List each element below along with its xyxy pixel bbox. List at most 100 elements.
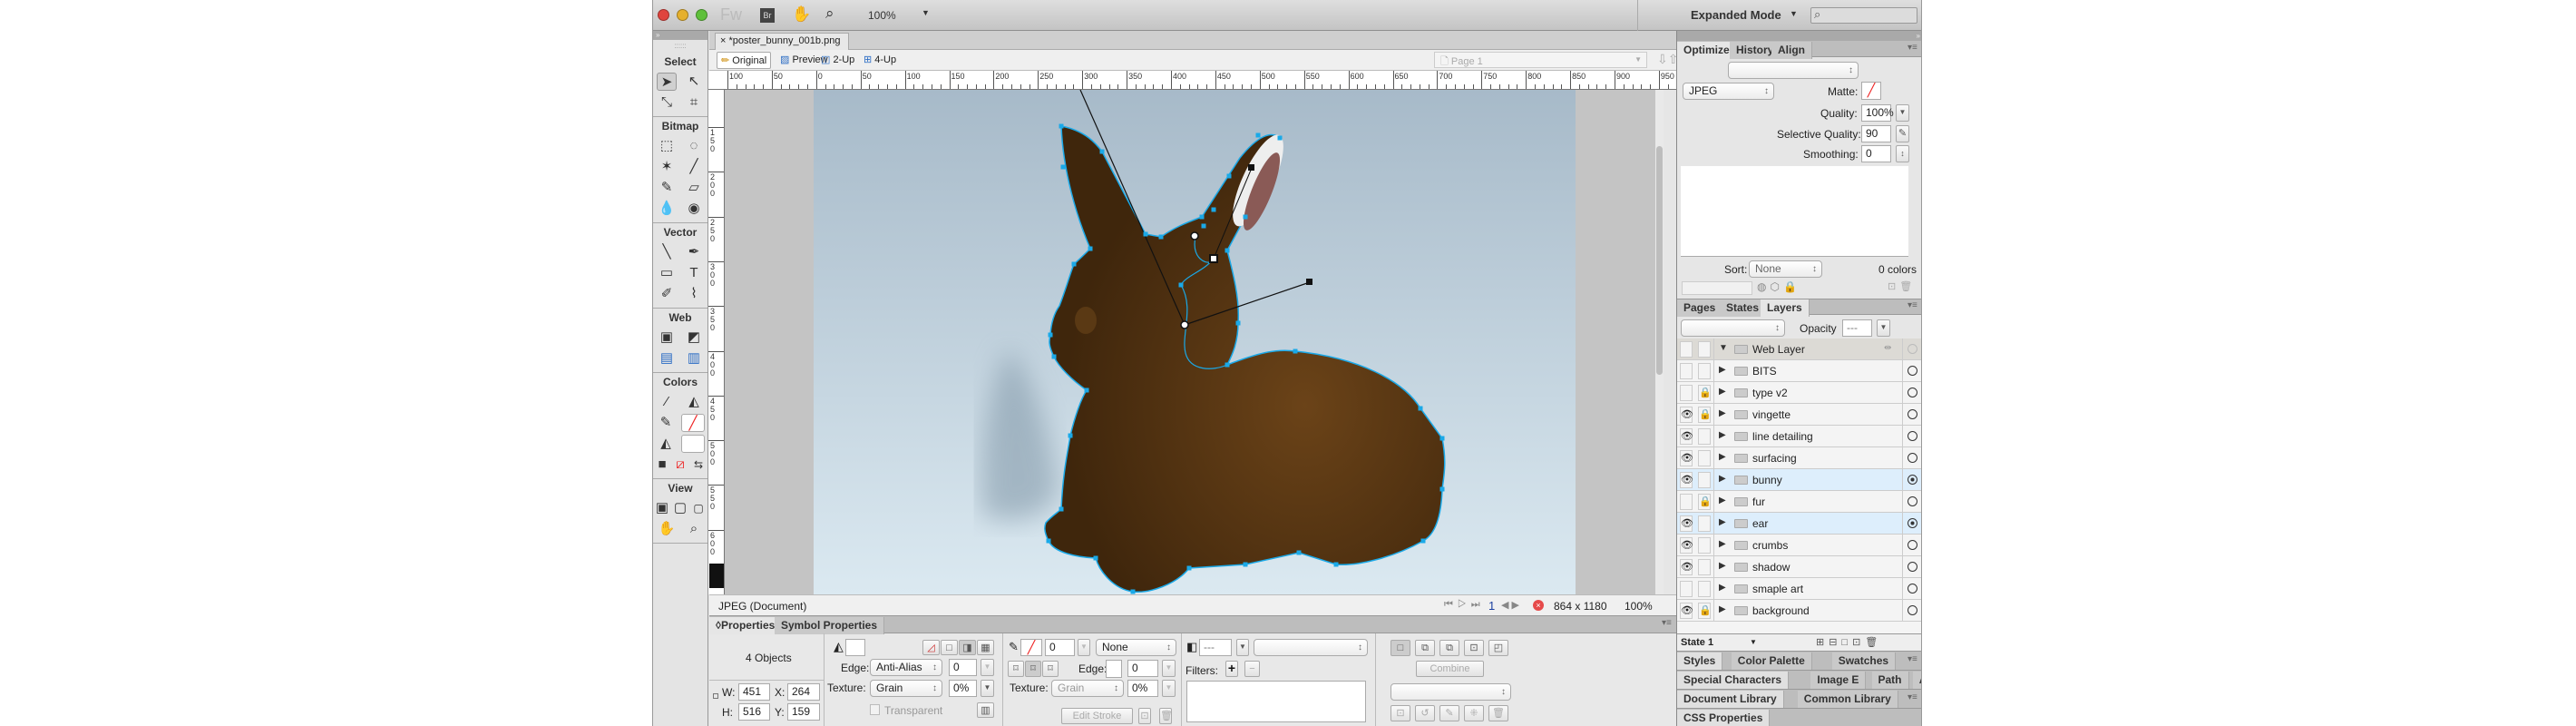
path-point[interactable] bbox=[1071, 261, 1077, 267]
hotspot-tool-icon[interactable]: ▣ bbox=[657, 329, 677, 347]
visibility-toggle[interactable] bbox=[1680, 581, 1693, 597]
combine-union-button[interactable]: ⧉ bbox=[1415, 640, 1435, 656]
visibility-toggle-eye-icon[interactable]: 👁 bbox=[1680, 428, 1693, 445]
lock-toggle[interactable] bbox=[1698, 341, 1711, 358]
selection-indicator-icon[interactable] bbox=[1908, 409, 1917, 419]
lasso-tool-icon[interactable]: ◌ bbox=[684, 137, 704, 155]
layer-row[interactable]: ▶ smaple art bbox=[1677, 578, 1921, 600]
layer-actions[interactable]: ⊞⊟□⊡🗑 bbox=[1816, 636, 1882, 648]
zoom-window-button[interactable] bbox=[696, 9, 707, 21]
transparent-checkbox[interactable] bbox=[870, 704, 880, 715]
collapsed-arrow-icon[interactable]: ▶ bbox=[1719, 561, 1726, 571]
selection-indicator-icon[interactable] bbox=[1908, 431, 1917, 441]
tab-color-palette[interactable]: Color Palette bbox=[1731, 652, 1812, 670]
layer-row[interactable]: 👁 ▶ crumbs bbox=[1677, 535, 1921, 556]
hide-slices-tool-icon[interactable]: ▤ bbox=[657, 349, 677, 368]
visibility-toggle[interactable] bbox=[1680, 341, 1693, 358]
tab-path[interactable]: Path bbox=[1871, 672, 1909, 689]
path-point[interactable] bbox=[1199, 214, 1205, 220]
add-filter-button[interactable]: + bbox=[1225, 661, 1238, 677]
path-point[interactable] bbox=[1333, 562, 1339, 567]
chevron-down-icon[interactable]: ▼ bbox=[1078, 639, 1090, 656]
tab-common-library[interactable]: Common Library bbox=[1797, 691, 1898, 708]
edit-selective-quality-icon[interactable]: ✎ bbox=[1896, 125, 1909, 142]
visibility-toggle-eye-icon[interactable]: 👁 bbox=[1680, 537, 1693, 554]
fill-solid-button[interactable]: □ bbox=[941, 640, 958, 655]
layer-name[interactable]: fur bbox=[1752, 495, 1765, 508]
constrain-proportions-icon[interactable] bbox=[713, 693, 718, 699]
lock-toggle[interactable] bbox=[1698, 581, 1711, 597]
stroke-swatch-tool-icon[interactable]: ╱ bbox=[681, 413, 705, 432]
fill-color-tool-icon[interactable]: ◭ bbox=[656, 435, 676, 453]
selection-indicator-icon[interactable] bbox=[1908, 518, 1917, 528]
page-dropdown[interactable]: 🗋 Page 1 ▼ bbox=[1434, 52, 1647, 68]
lock-toggle-lock-icon[interactable]: 🔒 bbox=[1698, 407, 1712, 423]
state-select[interactable]: State 1 bbox=[1681, 637, 1713, 648]
bezier-handle[interactable] bbox=[1248, 164, 1254, 171]
y-field[interactable]: 159 bbox=[787, 703, 820, 721]
red-eye-tool-icon[interactable]: ◉ bbox=[684, 200, 704, 218]
stroke-outside-button[interactable]: ⌑ bbox=[1042, 661, 1059, 677]
hand-tool-icon[interactable]: ✋ bbox=[657, 520, 677, 538]
combine-crop-button[interactable]: ◰ bbox=[1488, 640, 1508, 656]
fill-color-swatch[interactable] bbox=[845, 639, 865, 656]
selection-indicator-icon[interactable] bbox=[1908, 453, 1917, 463]
panel-menu-icon[interactable]: ▾≡ bbox=[1662, 618, 1672, 628]
blend-mode-select[interactable] bbox=[1254, 639, 1368, 656]
text-tool-icon[interactable]: T bbox=[684, 264, 704, 282]
visibility-toggle-eye-icon[interactable]: 👁 bbox=[1680, 407, 1693, 423]
default-colors-tool-icon[interactable]: ■ bbox=[653, 456, 671, 474]
frame-step-controls[interactable]: ◀▶ bbox=[1501, 599, 1522, 611]
edit-stroke-button[interactable]: Edit Stroke bbox=[1061, 708, 1133, 724]
selection-indicator-icon[interactable] bbox=[1908, 388, 1917, 397]
path-point[interactable] bbox=[1178, 282, 1184, 288]
zoom-dropdown-icon[interactable]: ▼ bbox=[922, 8, 930, 17]
sort-select[interactable]: None bbox=[1749, 260, 1822, 278]
layer-row[interactable]: 👁 🔒 ▶ vingette bbox=[1677, 404, 1921, 426]
scale-tool-icon[interactable]: ⤡ bbox=[657, 93, 677, 112]
lock-toggle-lock-icon[interactable]: 🔒 bbox=[1698, 494, 1712, 510]
path-point[interactable] bbox=[1439, 436, 1445, 441]
close-tab-icon[interactable]: × bbox=[720, 35, 726, 46]
pointer-tool-icon[interactable]: ➤ bbox=[657, 72, 677, 91]
fill-gradient-button[interactable]: ◨ bbox=[959, 640, 976, 655]
path-point[interactable] bbox=[1088, 246, 1093, 251]
freeform-tool-icon[interactable]: ✐ bbox=[657, 285, 677, 303]
pencil-tool-icon[interactable]: ✎ bbox=[657, 179, 677, 197]
panel-grip[interactable]: :::::: bbox=[653, 40, 707, 53]
chevron-down-icon[interactable]: ▼ bbox=[981, 680, 994, 697]
layer-name[interactable]: vingette bbox=[1752, 408, 1791, 421]
layer-name[interactable]: Web Layer bbox=[1752, 343, 1805, 356]
path-point[interactable] bbox=[1293, 348, 1298, 354]
tab-2-up[interactable]: ◫ 2-Up bbox=[817, 52, 858, 69]
fill-none-button[interactable]: ◿ bbox=[922, 640, 940, 655]
export-icon[interactable]: ⇩⇧ bbox=[1657, 52, 1678, 67]
stepper-icon[interactable]: ↕ bbox=[1896, 145, 1909, 162]
crop-tool-icon[interactable]: ⌗ bbox=[684, 93, 704, 112]
tab-symbol-properties[interactable]: Symbol Properties bbox=[775, 617, 885, 634]
collapsed-arrow-icon[interactable]: ▶ bbox=[1719, 495, 1726, 505]
selection-indicator-icon[interactable] bbox=[1908, 562, 1917, 572]
line-tool-icon[interactable]: ╲ bbox=[657, 243, 677, 261]
visibility-toggle-eye-icon[interactable]: 👁 bbox=[1680, 472, 1693, 488]
new-stroke-icon[interactable]: ⊡ bbox=[1138, 708, 1151, 724]
collapsed-arrow-icon[interactable]: ▶ bbox=[1719, 539, 1726, 549]
knife-tool-icon[interactable]: ⌇ bbox=[684, 285, 704, 303]
layer-name[interactable]: ear bbox=[1752, 517, 1768, 530]
stroke-color-swatch[interactable]: ╱ bbox=[1020, 639, 1042, 656]
path-point[interactable] bbox=[1243, 214, 1248, 220]
slice-tool-icon[interactable]: ◩ bbox=[684, 329, 704, 347]
collapsed-arrow-icon[interactable]: ▶ bbox=[1719, 474, 1726, 484]
lock-toggle[interactable] bbox=[1698, 472, 1711, 488]
filters-list[interactable] bbox=[1186, 681, 1366, 722]
fill-texture-amount[interactable]: 0% bbox=[949, 680, 977, 697]
collapsed-arrow-icon[interactable]: ▶ bbox=[1719, 452, 1726, 462]
anchor-point[interactable] bbox=[1180, 320, 1189, 329]
collapsed-arrow-icon[interactable]: ▶ bbox=[1719, 365, 1726, 375]
reset-icon[interactable]: ↺ bbox=[1415, 705, 1435, 721]
bezier-handle[interactable] bbox=[1306, 279, 1312, 285]
collapsed-arrow-icon[interactable]: ▶ bbox=[1719, 387, 1726, 397]
layer-name[interactable]: crumbs bbox=[1752, 539, 1788, 552]
layer-row[interactable]: 👁 ▶ surfacing bbox=[1677, 447, 1921, 469]
selection-indicator-icon[interactable] bbox=[1908, 605, 1917, 615]
